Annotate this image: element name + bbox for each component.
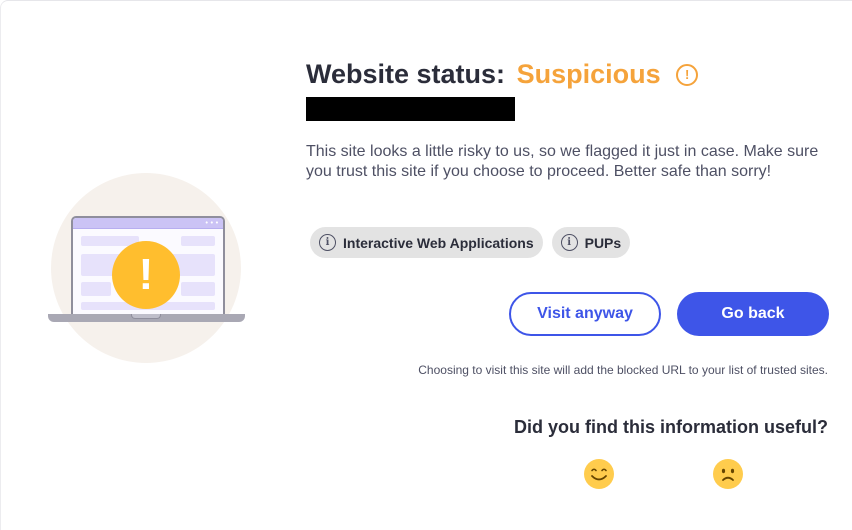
exclamation-warning-icon: ! — [112, 241, 180, 309]
page-title: Website status: Suspicious ! — [306, 59, 699, 90]
warning-page: ••• ! Website status: Suspicious ! This … — [0, 0, 852, 530]
info-icon: i — [560, 234, 578, 251]
tag-label: Interactive Web Applications — [343, 234, 534, 251]
placeholder-bar — [181, 282, 215, 296]
exclamation-circle-icon: ! — [676, 64, 699, 86]
warning-illustration: ••• ! — [48, 173, 249, 373]
smiling-face-icon[interactable] — [584, 459, 614, 489]
frowning-face-icon[interactable] — [713, 459, 743, 489]
info-icon: i — [319, 234, 336, 251]
tag-label: PUPs — [584, 234, 622, 251]
trusted-sites-note: Choosing to visit this site will add the… — [418, 363, 828, 377]
status-description: This site looks a little risky to us, so… — [306, 143, 819, 180]
feedback-question: Did you find this information useful? — [514, 417, 828, 437]
tag-pups[interactable]: i PUPs — [551, 227, 631, 258]
window-dots-icon: ••• — [204, 219, 220, 227]
browser-topbar: ••• — [73, 218, 223, 229]
placeholder-bar — [181, 236, 215, 246]
laptop-notch — [131, 314, 161, 319]
visit-anyway-button[interactable]: Visit anyway — [509, 292, 661, 336]
category-tags: i Interactive Web Applications i PUPs — [310, 227, 631, 258]
placeholder-bar — [81, 282, 111, 296]
go-back-button[interactable]: Go back — [677, 292, 829, 336]
status-title-prefix: Website status: — [306, 59, 506, 89]
redacted-url — [306, 97, 515, 121]
status-label: Suspicious — [516, 59, 661, 89]
tag-interactive-web-applications[interactable]: i Interactive Web Applications — [310, 227, 543, 258]
